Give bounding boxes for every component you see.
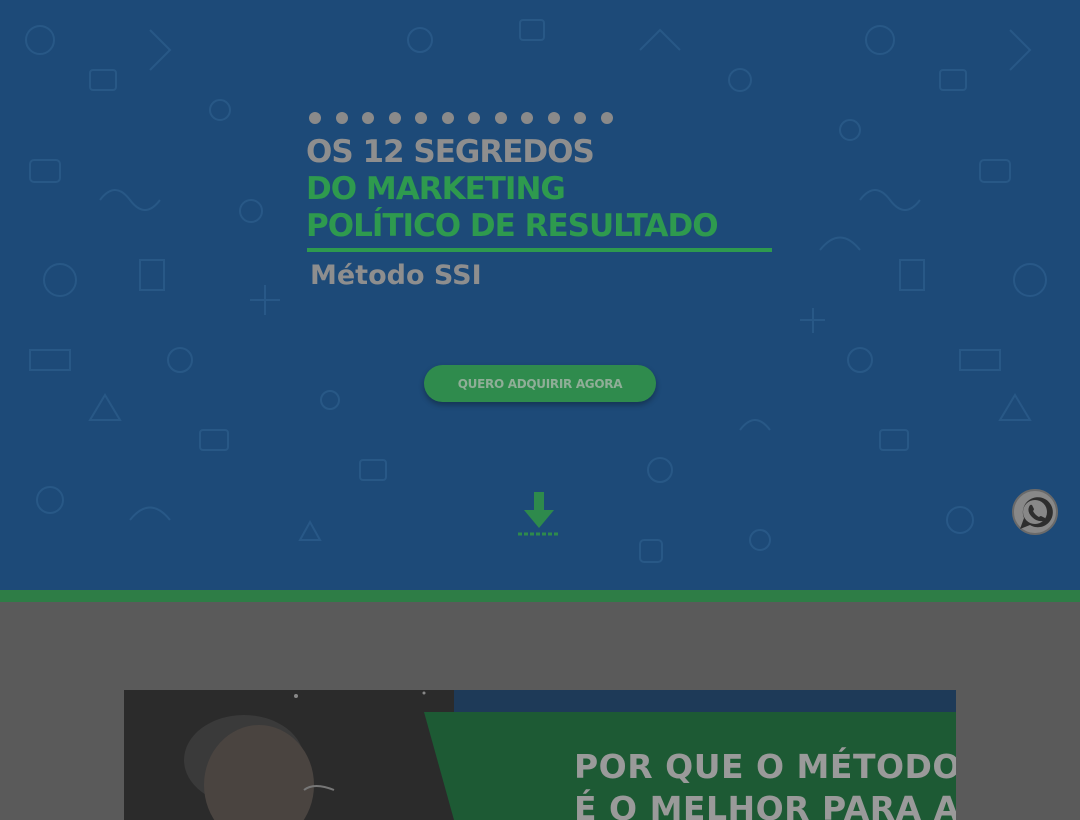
dot — [415, 112, 427, 124]
hero-title-line-3: POLÍTICO DE RESULTADO — [306, 208, 719, 244]
dot — [468, 112, 480, 124]
dot — [335, 112, 348, 124]
dot — [362, 112, 374, 124]
decorative-dots — [309, 112, 613, 124]
dot — [574, 112, 586, 124]
dot — [521, 112, 533, 124]
method-banner: POR QUE O MÉTODO SSI É O MELHOR PARA A — [124, 690, 956, 820]
title-underline — [307, 248, 772, 252]
buy-now-button[interactable]: QUERO ADQUIRIR AGORA — [424, 365, 656, 402]
hero-title-line-1: OS 12 SEGREDOS — [306, 134, 595, 170]
dot — [600, 112, 613, 124]
section-divider — [0, 590, 1080, 602]
dot — [388, 112, 401, 124]
banner-heading-line-2: É O MELHOR PARA A — [574, 789, 956, 820]
dot — [494, 112, 507, 124]
hero-section: OS 12 SEGREDOS DO MARKETING POLÍTICO DE … — [0, 0, 1080, 590]
dot — [441, 112, 454, 124]
dot — [547, 112, 560, 124]
whatsapp-icon[interactable] — [1010, 487, 1060, 537]
download-arrow-icon[interactable] — [516, 490, 562, 538]
hero-title-line-2: DO MARKETING — [306, 171, 566, 207]
hero-subtitle: Método SSI — [310, 260, 482, 291]
banner-heading-line-1: POR QUE O MÉTODO SSI — [574, 747, 956, 786]
dot — [309, 112, 321, 124]
